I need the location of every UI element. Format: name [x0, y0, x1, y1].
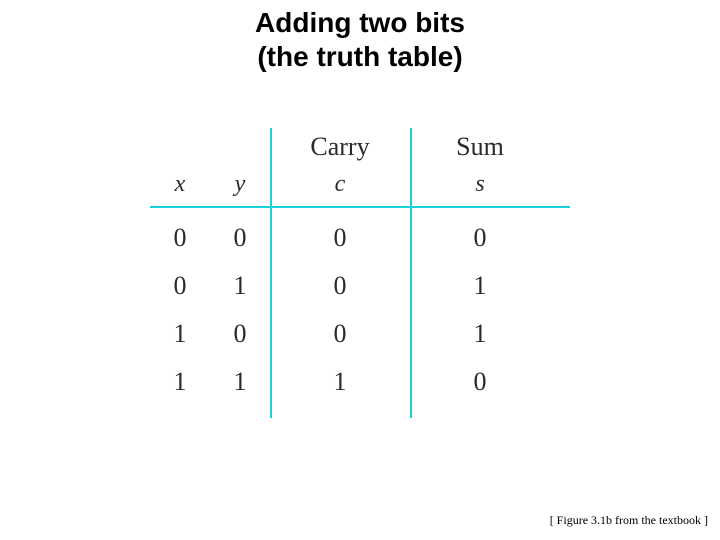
header-y: y	[210, 171, 270, 198]
cell-s: 1	[410, 271, 550, 301]
cell-c: 0	[270, 223, 410, 253]
cell-x: 0	[150, 271, 210, 301]
table-row: 1 1 1 0	[150, 358, 570, 406]
vertical-rule-1	[270, 128, 272, 418]
table-row: 0 0 0 0	[150, 214, 570, 262]
cell-s: 0	[410, 223, 550, 253]
header-s: s	[410, 171, 550, 198]
page-title: Adding two bits (the truth table)	[0, 0, 720, 73]
truth-table: Carry Sum x y c s 0 0 0 0 0 1 0 1 1 0 0 …	[150, 128, 570, 418]
cell-y: 0	[210, 223, 270, 253]
cell-c: 0	[270, 319, 410, 349]
header-carry: Carry	[270, 132, 410, 162]
cell-y: 1	[210, 367, 270, 397]
cell-x: 1	[150, 319, 210, 349]
cell-x: 1	[150, 367, 210, 397]
horizontal-rule	[150, 206, 570, 208]
table-row: 0 1 0 1	[150, 262, 570, 310]
cell-c: 1	[270, 367, 410, 397]
figure-caption: [ Figure 3.1b from the textbook ]	[550, 513, 708, 528]
cell-y: 0	[210, 319, 270, 349]
vertical-rule-2	[410, 128, 412, 418]
header-x: x	[150, 171, 210, 198]
cell-s: 1	[410, 319, 550, 349]
cell-x: 0	[150, 223, 210, 253]
table-header-vars: x y c s	[150, 166, 570, 202]
header-c: c	[270, 171, 410, 198]
cell-s: 0	[410, 367, 550, 397]
header-sum: Sum	[410, 132, 550, 162]
cell-y: 1	[210, 271, 270, 301]
table-row: 1 0 0 1	[150, 310, 570, 358]
cell-c: 0	[270, 271, 410, 301]
table-header-top: Carry Sum	[150, 128, 570, 166]
